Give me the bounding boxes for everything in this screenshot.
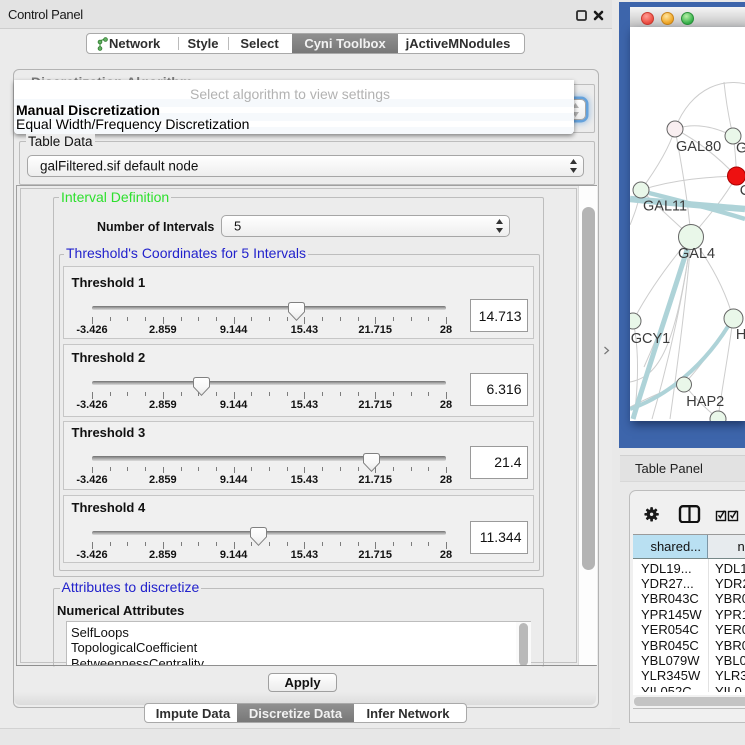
svg-text:GAL11: GAL11 bbox=[643, 199, 687, 215]
svg-text:C: C bbox=[740, 183, 745, 199]
svg-text:H: H bbox=[736, 327, 745, 343]
svg-text:GAL4: GAL4 bbox=[678, 246, 715, 262]
svg-text:GAL80: GAL80 bbox=[676, 139, 721, 155]
svg-text:G.: G. bbox=[736, 141, 745, 157]
svg-text:GCY1: GCY1 bbox=[631, 331, 671, 347]
svg-text:HAP2: HAP2 bbox=[686, 394, 724, 410]
